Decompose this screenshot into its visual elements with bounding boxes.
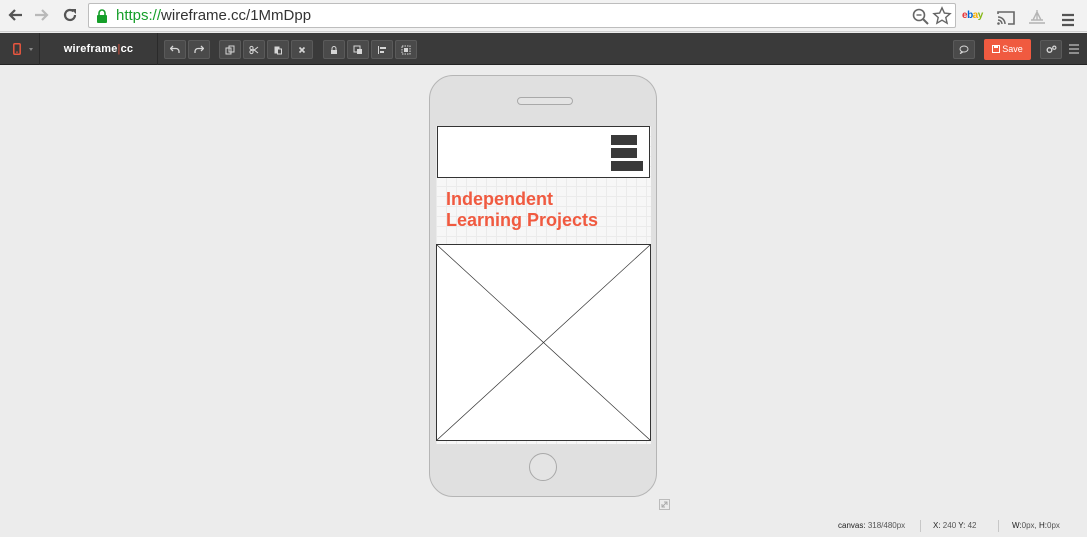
h-label: H: [1039, 521, 1047, 530]
ebay-extension-icon[interactable]: ebay [962, 10, 983, 32]
align-button[interactable] [371, 40, 393, 59]
star-icon[interactable] [932, 6, 952, 26]
app-menu-icon[interactable] [1068, 42, 1080, 56]
header-placeholder[interactable] [437, 126, 650, 178]
url-path: wireframe.cc/1MmDpp [161, 7, 312, 24]
back-button[interactable] [4, 4, 26, 26]
menu-bar [611, 135, 637, 145]
canvas-size-value: 318/480px [867, 521, 906, 530]
duplicate-icon [225, 45, 235, 55]
save-label: Save [1002, 44, 1023, 54]
paste-button[interactable] [267, 40, 289, 59]
selection-size-status: W:0px, H:0px [1012, 521, 1060, 533]
app-toolbar: wireframe|cc Save [0, 33, 1087, 65]
menu-bar [611, 161, 643, 171]
url-text[interactable]: https://wireframe.cc/1MmDpp [116, 7, 311, 24]
brand-suffix: cc [120, 43, 134, 55]
reload-button[interactable] [59, 4, 81, 26]
layers-icon [353, 45, 362, 54]
status-divider [920, 520, 921, 532]
address-bar[interactable]: https://wireframe.cc/1MmDpp [88, 3, 956, 28]
image-placeholder-cross [437, 245, 650, 440]
reload-icon [63, 8, 77, 22]
status-divider [998, 520, 999, 532]
lock-icon [97, 9, 107, 23]
hamburger-icon[interactable] [1061, 9, 1075, 31]
w-value: 0px, [1021, 521, 1037, 530]
chevron-down-icon [29, 48, 33, 51]
device-selector[interactable] [0, 33, 40, 65]
gears-icon [1046, 45, 1057, 53]
phone-home-button [529, 453, 557, 481]
extension-icon[interactable] [1027, 6, 1047, 28]
cut-button[interactable] [243, 40, 265, 59]
padlock-icon [331, 46, 337, 54]
arrange-group [323, 40, 419, 59]
browser-chrome: https://wireframe.cc/1MmDpp ebay [0, 0, 1087, 32]
y-label: Y: [958, 521, 966, 530]
menu-bar [611, 148, 637, 158]
lock-button[interactable] [323, 40, 345, 59]
align-icon [378, 46, 386, 54]
history-group [164, 40, 212, 59]
back-arrow-icon [8, 9, 22, 21]
settings-button[interactable] [1040, 40, 1062, 59]
w-label: W: [1012, 521, 1022, 530]
x-value: 240 [942, 521, 957, 530]
headline-line: Independent [446, 189, 553, 209]
headline-text[interactable]: Independent Learning Projects [446, 189, 598, 231]
brand-name: wireframe [63, 43, 118, 55]
y-value: 42 [967, 521, 977, 530]
h-value: 0px [1047, 521, 1060, 530]
url-protocol: https:// [116, 7, 162, 24]
floppy-disk-icon [992, 45, 1001, 53]
undo-button[interactable] [164, 40, 186, 59]
group-button[interactable] [395, 40, 417, 59]
delete-button[interactable] [291, 40, 313, 59]
bring-front-button[interactable] [347, 40, 369, 59]
scissors-icon [249, 45, 259, 55]
phone-speaker [517, 97, 573, 105]
headline-line: Learning Projects [446, 210, 599, 230]
zoom-icon[interactable] [911, 6, 931, 26]
forward-button[interactable] [31, 4, 53, 26]
close-icon [298, 46, 306, 54]
app-logo[interactable]: wireframe|cc [40, 33, 158, 65]
cast-icon[interactable] [996, 7, 1016, 29]
clipboard-icon [274, 46, 282, 55]
canvas-label: canvas: [838, 521, 866, 530]
speech-bubble-icon [959, 45, 969, 54]
phone-frame: Independent Learning Projects [429, 75, 657, 497]
redo-icon [194, 45, 205, 53]
resize-handle-icon[interactable] [659, 499, 670, 510]
canvas-size-status: canvas: 318/480px [838, 521, 905, 533]
forward-arrow-icon [35, 9, 49, 21]
x-label: X: [933, 521, 941, 530]
comment-button[interactable] [953, 40, 975, 59]
mobile-device-icon [13, 43, 21, 55]
undo-icon [169, 45, 180, 53]
group-icon [401, 45, 411, 55]
redo-button[interactable] [188, 40, 210, 59]
duplicate-button[interactable] [219, 40, 241, 59]
cursor-position-status: X: 240 Y: 42 [933, 521, 977, 533]
wireframe-canvas[interactable]: Independent Learning Projects [436, 126, 651, 444]
image-placeholder[interactable] [436, 244, 651, 441]
edit-group [219, 40, 315, 59]
save-button[interactable]: Save [984, 39, 1031, 60]
